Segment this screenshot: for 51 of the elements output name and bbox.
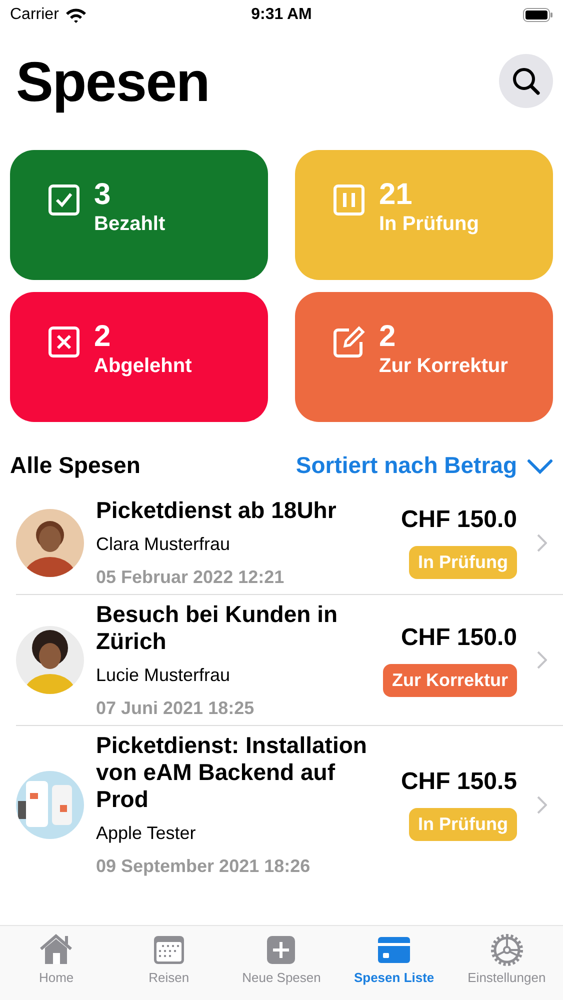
status-badge: In Prüfung: [409, 808, 517, 841]
edit-icon: [333, 326, 365, 358]
tile-count: 2: [379, 320, 397, 354]
expense-row[interactable]: Picketdienst: Installation von eAM Backend auf Prod Apple Tester 09 September 2021 18:26 CHF 150.5 In Prüfung: [16, 726, 563, 883]
status-tile[interactable]: 3 Bezahlt: [10, 150, 268, 280]
chevron-right-icon: [537, 534, 547, 552]
tile-label: Abgelehnt: [94, 354, 192, 378]
battery-icon: [522, 8, 553, 22]
person-name: Lucie Musterfrau: [96, 665, 232, 686]
wifi-icon: [64, 7, 87, 23]
status-tile[interactable]: 2 Zur Korrektur: [295, 292, 553, 422]
status-badge: In Prüfung: [409, 546, 517, 579]
search-icon: [511, 66, 541, 96]
person-name: Apple Tester: [96, 823, 197, 844]
expense-row[interactable]: Picketdienst ab 18Uhr Clara Musterfrau 05 Februar 2022 12:21 CHF 150.0 In Prüfung: [16, 491, 563, 595]
sort-button[interactable]: Sortiert nach Betrag: [296, 452, 553, 479]
carrier-label: Carrier: [10, 6, 59, 24]
expense-title: Picketdienst ab 18Uhr: [96, 497, 338, 524]
status-tile[interactable]: 2 Abgelehnt: [10, 292, 268, 422]
tab-item[interactable]: Neue Spesen: [225, 926, 338, 1000]
chevron-down-icon: [527, 458, 553, 474]
tab-item[interactable]: Einstellungen: [450, 926, 563, 1000]
tile-count: 3: [94, 178, 112, 212]
cross-box-icon: [48, 326, 80, 358]
tile-count: 2: [94, 320, 112, 354]
amount: CHF 150.0: [400, 506, 517, 534]
clock-time: 9:31 AM: [251, 6, 312, 24]
expense-title: Picketdienst: Installation von eAM Backend auf Prod: [96, 732, 368, 813]
amount: CHF 150.5: [400, 768, 517, 796]
expense-row[interactable]: Besuch bei Kunden in Zürich Lucie Musterfrau 07 Juni 2021 18:25 CHF 150.0 Zur Korrektur: [16, 595, 563, 726]
page-title: Spesen: [16, 48, 210, 114]
tab-item[interactable]: Reisen: [112, 926, 226, 1000]
checkbox-icon: [48, 184, 80, 216]
chevron-right-icon: [537, 651, 547, 669]
status-badge: Zur Korrektur: [382, 664, 517, 696]
expense-date: 09 September 2021 18:26: [96, 856, 312, 877]
tile-label: In Prüfung: [379, 212, 479, 236]
tab-item[interactable]: Home: [0, 926, 113, 1000]
expense-date: 07 Juni 2021 18:25: [96, 698, 256, 719]
expense-date: 05 Februar 2022 12:21: [96, 567, 286, 588]
tab-item[interactable]: Spesen Liste: [338, 926, 450, 1000]
expense-title: Besuch bei Kunden in Zürich: [96, 601, 339, 655]
tile-label: Bezahlt: [94, 212, 166, 236]
section-title: Alle Spesen: [10, 452, 140, 479]
settings-icon: [488, 932, 525, 968]
tile-label: Zur Korrektur: [379, 354, 508, 378]
chevron-right-icon: [537, 796, 547, 814]
person-name: Clara Musterfrau: [96, 534, 232, 555]
amount: CHF 150.0: [400, 624, 517, 652]
pause-icon: [333, 184, 365, 216]
tile-count: 21: [379, 178, 414, 212]
